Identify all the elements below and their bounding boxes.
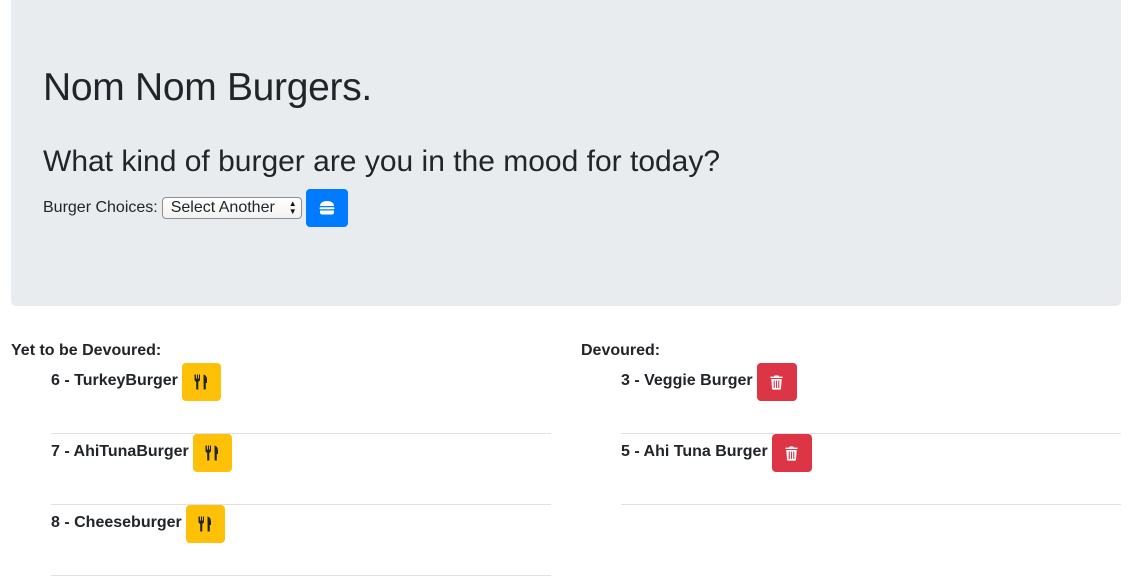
list-item: 8 - Cheeseburger — [51, 505, 551, 576]
burger-form: Burger Choices: Select Another ▲ ▼ — [43, 188, 348, 228]
yet-to-devour-heading: Yet to be Devoured: — [11, 342, 162, 359]
utensils-icon — [198, 516, 212, 532]
burger-select[interactable]: Select Another ▲ ▼ — [161, 197, 302, 219]
select-arrows-icon: ▲ ▼ — [288, 199, 297, 216]
list-item: 5 - Ahi Tuna Burger — [621, 434, 1121, 505]
burger-name: 6 - TurkeyBurger — [51, 372, 178, 389]
list-item: 3 - Veggie Burger — [621, 363, 1121, 434]
utensils-icon — [194, 374, 208, 390]
utensils-icon — [205, 445, 219, 461]
yet-to-devour-list: 6 - TurkeyBurger 7 - AhiTunaBurger 8 - C… — [51, 363, 551, 576]
page-subtitle: What kind of burger are you in the mood … — [43, 145, 721, 178]
trash-icon — [785, 446, 798, 461]
page-title: Nom Nom Burgers. — [43, 66, 372, 109]
devour-button[interactable] — [181, 363, 221, 401]
burger-choices-label: Burger Choices: — [43, 199, 158, 216]
jumbotron: Nom Nom Burgers. What kind of burger are… — [11, 0, 1121, 306]
burger-name: 7 - AhiTunaBurger — [51, 443, 189, 460]
devoured-heading: Devoured: — [581, 342, 661, 359]
devour-button[interactable] — [192, 434, 232, 472]
delete-button[interactable] — [756, 363, 797, 401]
trash-icon — [770, 375, 783, 390]
delete-button[interactable] — [771, 434, 812, 472]
add-burger-button[interactable] — [305, 189, 348, 227]
burger-name: 5 - Ahi Tuna Burger — [621, 443, 768, 460]
burger-select-value: Select Another — [170, 199, 275, 216]
list-item: 6 - TurkeyBurger — [51, 363, 551, 434]
devoured-column: Devoured: 3 - Veggie Burger 5 - Ahi Tuna… — [581, 342, 1121, 505]
burger-name: 8 - Cheeseburger — [51, 514, 182, 531]
devour-button[interactable] — [185, 505, 225, 543]
yet-to-devour-column: Yet to be Devoured: 6 - TurkeyBurger 7 -… — [11, 342, 551, 576]
burger-icon — [319, 201, 335, 215]
burger-name: 3 - Veggie Burger — [621, 372, 753, 389]
list-item: 7 - AhiTunaBurger — [51, 434, 551, 505]
devoured-list: 3 - Veggie Burger 5 - Ahi Tuna Burger — [621, 363, 1121, 505]
